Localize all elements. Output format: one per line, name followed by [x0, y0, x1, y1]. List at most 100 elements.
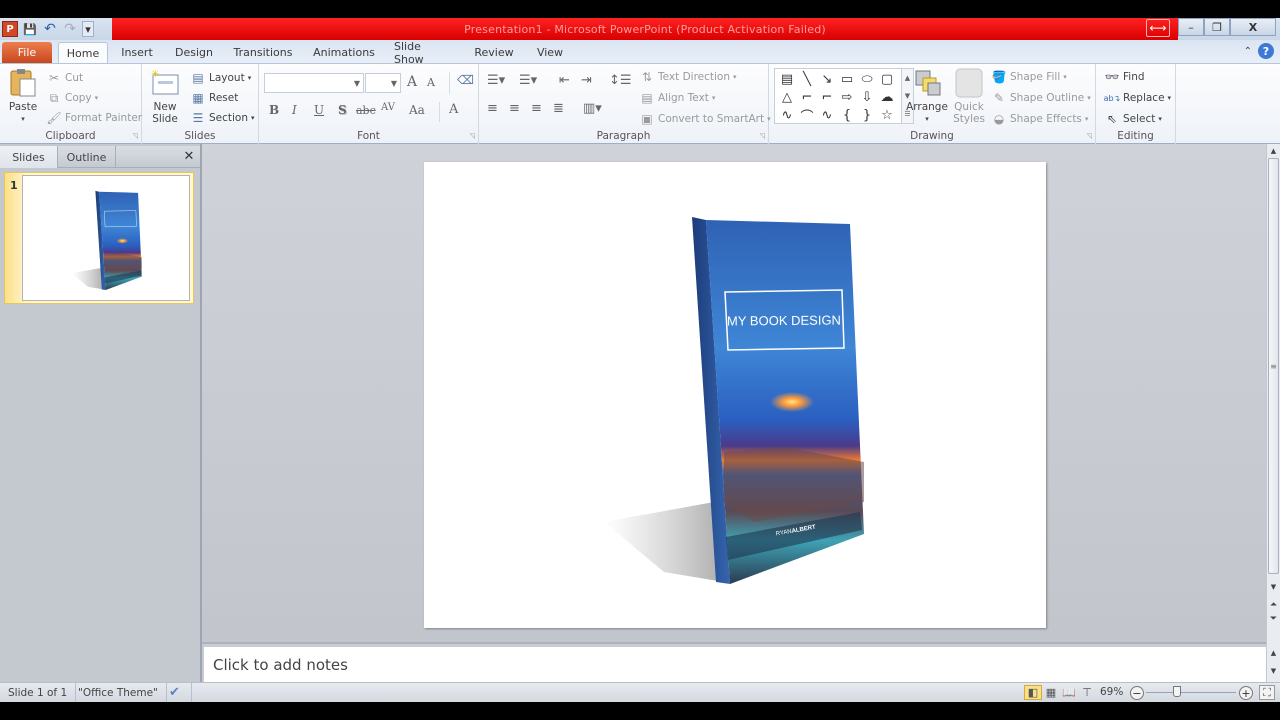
shrink-font-button[interactable]: A — [427, 76, 435, 89]
arrange-button[interactable]: Arrange ▾ — [905, 68, 949, 125]
clear-formatting-icon[interactable]: ⌫ — [457, 73, 474, 87]
rectangle-shape-icon[interactable]: ▭ — [837, 70, 857, 88]
right-arrow-shape-icon[interactable]: ⇨ — [837, 88, 857, 106]
strikethrough-button[interactable]: abc — [356, 104, 376, 117]
next-slide-icon[interactable]: ⏷ — [1267, 612, 1280, 626]
scroll-down-icon[interactable]: ▼ — [1267, 580, 1280, 594]
underline-button[interactable]: U — [314, 103, 324, 117]
powerpoint-app-icon[interactable]: P — [2, 21, 18, 37]
grow-font-button[interactable]: A — [407, 74, 417, 90]
shape-fill-button[interactable]: 🪣 Shape Fill ▾ — [991, 69, 1067, 85]
help-icon[interactable]: ? — [1258, 43, 1274, 59]
quick-styles-button[interactable]: Quick Styles — [949, 68, 989, 125]
dialog-launcher-icon[interactable]: ◹ — [1087, 132, 1092, 140]
align-left-icon[interactable]: ≡ — [487, 101, 498, 116]
bold-button[interactable]: B — [269, 103, 279, 117]
notes-input[interactable]: Click to add notes — [204, 647, 1266, 682]
zoom-out-icon[interactable]: − — [1130, 686, 1144, 700]
down-arrow-shape-icon[interactable]: ⇩ — [857, 88, 877, 106]
left-brace-shape-icon[interactable]: { — [837, 106, 857, 124]
numbering-icon[interactable]: ☰▾ — [519, 73, 537, 88]
format-painter-button[interactable]: 🖌 Format Painter — [46, 110, 142, 126]
reading-view-icon[interactable]: 📖 — [1060, 685, 1078, 700]
star-shape-icon[interactable]: ☆ — [877, 106, 897, 124]
section-button[interactable]: ☰ Section ▾ — [190, 110, 255, 126]
tab-home[interactable]: Home — [58, 42, 108, 63]
customize-qat-icon[interactable]: ▾ — [82, 21, 94, 37]
dialog-launcher-icon[interactable]: ◹ — [133, 132, 138, 140]
bullets-icon[interactable]: ☰▾ — [487, 73, 505, 88]
slide-sorter-view-icon[interactable]: ▦ — [1042, 685, 1060, 700]
tab-insert[interactable]: Insert — [118, 42, 156, 63]
select-button[interactable]: ⇖ Select ▾ — [1104, 111, 1162, 127]
tab-design[interactable]: Design — [172, 42, 216, 63]
tab-slides[interactable]: Slides — [0, 146, 58, 168]
notes-scroll-up-icon[interactable]: ▲ — [1267, 646, 1280, 660]
text-shadow-button[interactable]: S — [338, 103, 347, 117]
decrease-indent-icon[interactable]: ⇤ — [559, 73, 570, 88]
italic-button[interactable]: I — [292, 103, 297, 117]
paste-button[interactable]: Paste ▾ — [6, 68, 40, 125]
tab-transitions[interactable]: Transitions — [232, 42, 294, 63]
justify-icon[interactable]: ≣ — [553, 101, 564, 116]
arc-shape-icon[interactable]: ⌒ — [797, 106, 817, 125]
slide-canvas[interactable]: MY BOOK DESIGN RYANALBERT — [424, 162, 1046, 628]
resize-icon[interactable]: ⟷ — [1146, 19, 1170, 37]
font-color-button[interactable]: A — [449, 102, 458, 117]
layout-button[interactable]: ▤ Layout ▾ — [190, 70, 251, 86]
slide-show-view-icon[interactable]: ⊤ — [1078, 685, 1096, 700]
copy-button[interactable]: ⧉ Copy ▾ — [46, 90, 98, 106]
text-direction-button[interactable]: ⇅ Text Direction ▾ — [639, 69, 737, 85]
dialog-launcher-icon[interactable]: ◹ — [470, 132, 475, 140]
tab-review[interactable]: Review — [474, 42, 514, 63]
change-case-button[interactable]: Aa — [409, 103, 425, 117]
elbow-connector-icon[interactable]: ⌐ — [797, 88, 817, 106]
dialog-launcher-icon[interactable]: ◹ — [760, 132, 765, 140]
close-button[interactable]: X — [1230, 18, 1276, 36]
font-name-combo[interactable]: ▼ — [264, 73, 364, 93]
book-cover-image[interactable]: MY BOOK DESIGN RYANALBERT — [424, 162, 1046, 628]
shape-outline-button[interactable]: ✎ Shape Outline ▾ — [991, 90, 1091, 106]
line-shape-icon[interactable]: ╲ — [797, 70, 817, 88]
convert-smartart-button[interactable]: ▣ Convert to SmartArt ▾ — [639, 111, 770, 127]
line-spacing-icon[interactable]: ↕☰ — [609, 73, 632, 88]
notes-scroll-down-icon[interactable]: ▼ — [1267, 664, 1280, 678]
freeform-shape-icon[interactable]: ☁ — [877, 88, 897, 106]
normal-view-icon[interactable]: ◧ — [1024, 685, 1042, 700]
tab-view[interactable]: View — [534, 42, 566, 63]
elbow-arrow-connector-icon[interactable]: ⌐ — [817, 88, 837, 106]
font-size-combo[interactable]: ▼ — [365, 73, 401, 93]
reset-button[interactable]: ▦ Reset — [190, 90, 238, 106]
new-slide-button[interactable]: ✳ New Slide — [148, 68, 182, 125]
arrow-shape-icon[interactable]: ↘ — [817, 70, 837, 88]
redo-icon[interactable]: ↷ — [62, 21, 78, 37]
oval-shape-icon[interactable]: ⬭ — [857, 70, 877, 88]
find-button[interactable]: 👓 Find — [1104, 69, 1145, 85]
restore-button[interactable]: ❐ — [1204, 18, 1230, 36]
zoom-slider-track[interactable] — [1146, 692, 1236, 693]
curve-shape-icon[interactable]: ∿ — [817, 106, 837, 124]
increase-indent-icon[interactable]: ⇥ — [581, 73, 592, 88]
tab-file[interactable]: File — [2, 42, 52, 63]
fit-to-window-icon[interactable]: ⛶ — [1259, 685, 1275, 700]
rounded-rectangle-shape-icon[interactable]: ▢ — [877, 70, 897, 88]
previous-slide-icon[interactable]: ⏶ — [1267, 598, 1280, 612]
character-spacing-button[interactable]: AV — [381, 102, 395, 113]
zoom-slider-thumb[interactable] — [1173, 686, 1181, 697]
tab-outline[interactable]: Outline — [58, 146, 116, 168]
close-pane-icon[interactable]: ✕ — [178, 146, 200, 167]
slide-thumbnail-item[interactable]: 1 — [4, 172, 194, 304]
minimize-ribbon-icon[interactable]: ⌃ — [1244, 46, 1252, 57]
replace-button[interactable]: ab↴ Replace ▾ — [1104, 90, 1171, 106]
columns-icon[interactable]: ▥▾ — [583, 101, 602, 116]
align-text-button[interactable]: ▤ Align Text ▾ — [639, 90, 715, 106]
scrollbar-thumb[interactable]: ≡ — [1268, 158, 1279, 574]
textbox-shape-icon[interactable]: ▤ — [777, 70, 797, 88]
triangle-shape-icon[interactable]: △ — [777, 88, 797, 106]
scribble-shape-icon[interactable]: ∿ — [777, 106, 797, 124]
minimize-button[interactable]: – — [1178, 18, 1204, 36]
undo-icon[interactable]: ↶ — [42, 21, 58, 37]
vertical-scrollbar[interactable]: ▲ ≡ ▼ ⏶ ⏷ ▲ ▼ — [1266, 144, 1280, 682]
cut-button[interactable]: ✂ Cut — [46, 70, 83, 86]
tab-slide-show[interactable]: Slide Show — [394, 40, 454, 66]
